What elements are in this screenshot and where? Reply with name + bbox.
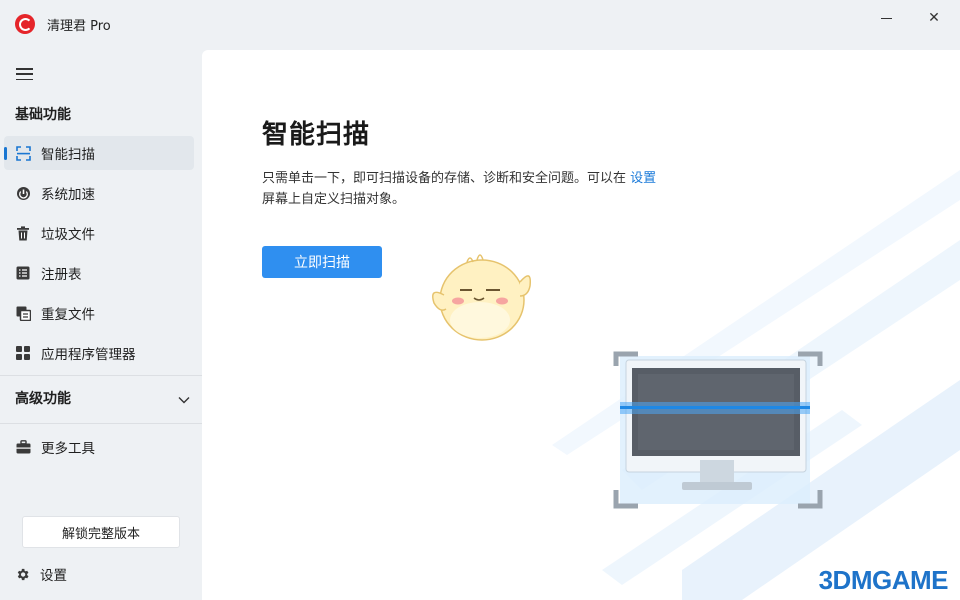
app-title: 清理君 Pro xyxy=(47,19,111,34)
page-title: 智能扫描 xyxy=(262,120,371,150)
registry-icon xyxy=(15,265,31,281)
basic-section-title: 基础功能 xyxy=(15,107,71,123)
sidebar-item-label: 垃圾文件 xyxy=(41,227,95,243)
chevron-down-icon xyxy=(178,389,190,408)
close-button[interactable]: ✕ xyxy=(916,6,952,30)
monitor-image xyxy=(613,351,823,509)
sidebar-item-label: 应用程序管理器 xyxy=(41,347,136,363)
minimize-button[interactable] xyxy=(868,6,904,30)
divider xyxy=(0,375,202,376)
minimize-icon xyxy=(880,17,892,19)
sidebar-item-registry[interactable]: 注册表 xyxy=(4,256,194,290)
sidebar-item-system-speed[interactable]: 系统加速 xyxy=(4,176,194,210)
divider xyxy=(0,423,202,424)
apps-icon xyxy=(15,345,31,361)
sidebar-item-settings[interactable]: 设置 xyxy=(14,564,67,584)
toolbox-icon xyxy=(15,439,31,455)
sidebar-item-label: 智能扫描 xyxy=(41,147,95,163)
watermark-logo: 3DMGAME xyxy=(818,565,949,595)
advanced-section-toggle[interactable]: 高级功能 xyxy=(15,388,190,408)
app-logo-icon xyxy=(15,14,35,34)
sidebar-item-smart-scan[interactable]: 智能扫描 xyxy=(4,136,194,170)
unlock-full-version-button[interactable]: 解锁完整版本 xyxy=(22,516,180,548)
description-text: 只需单击一下，即可扫描设备的存储、诊断和安全问题。可以在 xyxy=(262,171,627,186)
menu-icon[interactable] xyxy=(16,68,33,80)
settings-link[interactable]: 设置 xyxy=(630,171,656,186)
sidebar-item-label: 系统加速 xyxy=(41,187,95,203)
sidebar-item-junk-files[interactable]: 垃圾文件 xyxy=(4,216,194,250)
gear-icon xyxy=(14,566,30,582)
trash-icon xyxy=(15,225,31,241)
sidebar-item-app-manager[interactable]: 应用程序管理器 xyxy=(4,336,194,370)
advanced-section-title: 高级功能 xyxy=(15,391,71,407)
speed-icon xyxy=(15,185,31,201)
description-text: 屏幕上自定义扫描对象。 xyxy=(262,192,406,207)
scan-now-button[interactable]: 立即扫描 xyxy=(262,246,382,278)
duplicate-icon xyxy=(15,305,31,321)
sidebar-item-more-tools[interactable]: 更多工具 xyxy=(4,430,194,464)
page-description: 只需单击一下，即可扫描设备的存储、诊断和安全问题。可以在 设置 屏幕上自定义扫描… xyxy=(262,168,722,210)
sidebar-item-label: 注册表 xyxy=(41,267,82,283)
main-panel: 智能扫描 只需单击一下，即可扫描设备的存储、诊断和安全问题。可以在 设置 屏幕上… xyxy=(202,50,960,600)
sidebar-item-label: 重复文件 xyxy=(41,307,95,323)
settings-label: 设置 xyxy=(40,568,67,584)
sidebar: 基础功能 智能扫描 系统加速 垃圾文件 注册表 重复文件 应用程序管理器 高级功… xyxy=(0,48,202,600)
title-bar: 清理君 Pro ✕ xyxy=(0,0,960,48)
sidebar-item-label: 更多工具 xyxy=(41,441,95,457)
mascot-image xyxy=(432,254,532,341)
sidebar-item-duplicate-files[interactable]: 重复文件 xyxy=(4,296,194,330)
scan-icon xyxy=(15,145,31,161)
